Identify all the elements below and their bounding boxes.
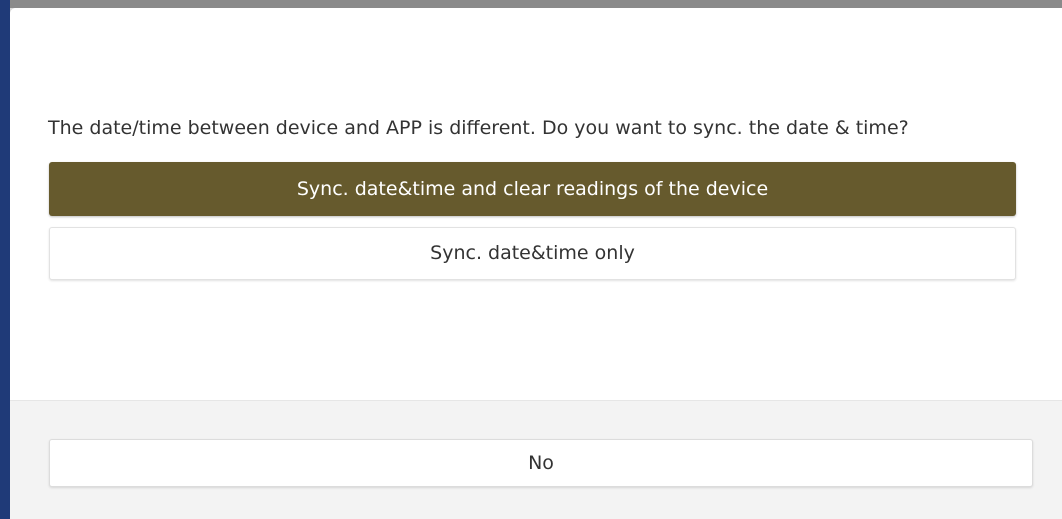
sync-only-button[interactable]: Sync. date&time only: [49, 227, 1016, 280]
dialog-footer: No: [10, 400, 1062, 519]
backdrop-left-edge: [0, 0, 10, 519]
no-button[interactable]: No: [49, 439, 1033, 487]
sync-and-clear-button[interactable]: Sync. date&time and clear readings of th…: [49, 162, 1016, 216]
backdrop-top: [0, 0, 1062, 8]
dialog-body: The date/time between device and APP is …: [10, 8, 1062, 400]
sync-datetime-dialog: The date/time between device and APP is …: [10, 8, 1062, 519]
dialog-message: The date/time between device and APP is …: [48, 117, 909, 139]
